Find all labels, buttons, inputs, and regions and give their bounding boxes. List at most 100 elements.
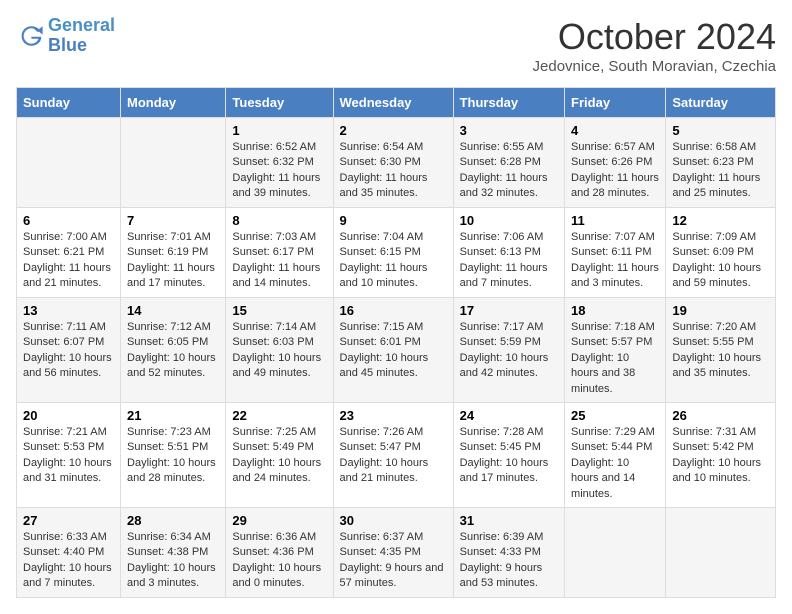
day-number: 30 (340, 513, 447, 528)
header-day-tuesday: Tuesday (226, 88, 333, 118)
title-block: October 2024 Jedovnice, South Moravian, … (533, 16, 776, 75)
day-number: 7 (127, 213, 219, 228)
week-row-1: 1Sunrise: 6:52 AM Sunset: 6:32 PM Daylig… (17, 118, 776, 208)
day-number: 23 (340, 408, 447, 423)
day-info: Sunrise: 7:07 AM Sunset: 6:11 PM Dayligh… (571, 230, 659, 292)
week-row-5: 27 Sunrise: 6:33 AM Sunset: 4:40 PM Dayli… (17, 507, 776, 597)
day-number: 31 (460, 513, 558, 528)
day-info: Sunrise: 6:55 AM Sunset: 6:28 PM Dayligh… (460, 140, 558, 202)
day-info: Sunrise: 7:31 AM Sunset: 5:42 PM Dayligh… (672, 425, 769, 487)
week-row-4: 20 Sunrise: 7:21 AM Sunset: 5:53 PM Dayli… (17, 402, 776, 507)
day-number: 20 (23, 408, 114, 423)
day-info: Sunrise: 7:06 AM Sunset: 6:13 PM Dayligh… (460, 230, 558, 292)
day-info: Sunrise: 7:25 AM Sunset: 5:49 PM Dayligh… (232, 425, 326, 487)
header-day-saturday: Saturday (666, 88, 776, 118)
calendar-cell: 20 Sunrise: 7:21 AM Sunset: 5:53 PM Dayli… (17, 402, 121, 507)
day-number: 8 (232, 213, 326, 228)
header-day-wednesday: Wednesday (333, 88, 453, 118)
day-info: Sunrise: 7:26 AM Sunset: 5:47 PM Dayligh… (340, 425, 447, 487)
day-number: 17 (460, 303, 558, 318)
calendar-cell (666, 507, 776, 597)
day-number: 11 (571, 213, 659, 228)
calendar-cell: 11 Sunrise: 7:07 AM Sunset: 6:11 PM Dayli… (565, 208, 666, 298)
day-info: Sunrise: 7:23 AM Sunset: 5:51 PM Dayligh… (127, 425, 219, 487)
day-info: Sunrise: 7:03 AM Sunset: 6:17 PM Dayligh… (232, 230, 326, 292)
day-info: Sunrise: 7:11 AM Sunset: 6:07 PM Dayligh… (23, 320, 114, 382)
logo-text: General Blue (48, 16, 115, 56)
calendar-cell: 28Sunrise: 6:34 AM Sunset: 4:38 PM Dayli… (121, 507, 226, 597)
day-info: Sunrise: 7:01 AM Sunset: 6:19 PM Dayligh… (127, 230, 219, 292)
calendar-cell: 12 Sunrise: 7:09 AM Sunset: 6:09 PM Dayli… (666, 208, 776, 298)
header-day-thursday: Thursday (453, 88, 564, 118)
day-number: 25 (571, 408, 659, 423)
day-number: 18 (571, 303, 659, 318)
header-day-monday: Monday (121, 88, 226, 118)
day-info: Sunrise: 7:21 AM Sunset: 5:53 PM Dayligh… (23, 425, 114, 487)
day-number: 9 (340, 213, 447, 228)
day-number: 3 (460, 123, 558, 138)
day-number: 10 (460, 213, 558, 228)
day-info: Sunrise: 7:20 AM Sunset: 5:55 PM Dayligh… (672, 320, 769, 382)
day-info: Sunrise: 6:57 AM Sunset: 6:26 PM Dayligh… (571, 140, 659, 202)
day-number: 27 (23, 513, 114, 528)
calendar-body: 1Sunrise: 6:52 AM Sunset: 6:32 PM Daylig… (17, 118, 776, 598)
day-number: 12 (672, 213, 769, 228)
day-number: 6 (23, 213, 114, 228)
week-row-2: 6 Sunrise: 7:00 AM Sunset: 6:21 PM Daylig… (17, 208, 776, 298)
day-info: Sunrise: 7:28 AM Sunset: 5:45 PM Dayligh… (460, 425, 558, 487)
day-info: Sunrise: 6:37 AM Sunset: 4:35 PM Dayligh… (340, 530, 447, 592)
calendar-cell: 24 Sunrise: 7:28 AM Sunset: 5:45 PM Dayli… (453, 402, 564, 507)
day-info: Sunrise: 7:12 AM Sunset: 6:05 PM Dayligh… (127, 320, 219, 382)
day-info: Sunrise: 6:33 AM Sunset: 4:40 PM Dayligh… (23, 530, 114, 592)
calendar-cell: 7 Sunrise: 7:01 AM Sunset: 6:19 PM Daylig… (121, 208, 226, 298)
calendar-cell (565, 507, 666, 597)
day-info: Sunrise: 6:36 AM Sunset: 4:36 PM Dayligh… (232, 530, 326, 592)
calendar-cell: 6 Sunrise: 7:00 AM Sunset: 6:21 PM Daylig… (17, 208, 121, 298)
header-row: SundayMondayTuesdayWednesdayThursdayFrid… (17, 88, 776, 118)
calendar-cell: 31Sunrise: 6:39 AM Sunset: 4:33 PM Dayli… (453, 507, 564, 597)
calendar-cell: 21 Sunrise: 7:23 AM Sunset: 5:51 PM Dayli… (121, 402, 226, 507)
day-number: 28 (127, 513, 219, 528)
calendar-cell: 10 Sunrise: 7:06 AM Sunset: 6:13 PM Dayli… (453, 208, 564, 298)
calendar-cell: 25 Sunrise: 7:29 AM Sunset: 5:44 PM Dayli… (565, 402, 666, 507)
logo-line2: Blue (48, 35, 87, 55)
calendar-cell: 26 Sunrise: 7:31 AM Sunset: 5:42 PM Dayli… (666, 402, 776, 507)
day-number: 29 (232, 513, 326, 528)
day-info: Sunrise: 7:09 AM Sunset: 6:09 PM Dayligh… (672, 230, 769, 292)
page-header: General Blue October 2024 Jedovnice, Sou… (16, 16, 776, 75)
day-info: Sunrise: 7:29 AM Sunset: 5:44 PM Dayligh… (571, 425, 659, 502)
day-info: Sunrise: 7:00 AM Sunset: 6:21 PM Dayligh… (23, 230, 114, 292)
day-number: 21 (127, 408, 219, 423)
day-info: Sunrise: 6:58 AM Sunset: 6:23 PM Dayligh… (672, 140, 769, 202)
day-number: 4 (571, 123, 659, 138)
day-number: 5 (672, 123, 769, 138)
calendar-cell: 27 Sunrise: 6:33 AM Sunset: 4:40 PM Dayli… (17, 507, 121, 597)
calendar-cell: 15 Sunrise: 7:14 AM Sunset: 6:03 PM Dayli… (226, 298, 333, 403)
day-info: Sunrise: 7:17 AM Sunset: 5:59 PM Dayligh… (460, 320, 558, 382)
calendar-cell: 8 Sunrise: 7:03 AM Sunset: 6:17 PM Daylig… (226, 208, 333, 298)
month-title: October 2024 (533, 16, 776, 58)
header-day-friday: Friday (565, 88, 666, 118)
calendar-table: SundayMondayTuesdayWednesdayThursdayFrid… (16, 87, 776, 598)
week-row-3: 13 Sunrise: 7:11 AM Sunset: 6:07 PM Dayli… (17, 298, 776, 403)
calendar-cell: 30 Sunrise: 6:37 AM Sunset: 4:35 PM Dayli… (333, 507, 453, 597)
calendar-cell: 29 Sunrise: 6:36 AM Sunset: 4:36 PM Dayli… (226, 507, 333, 597)
calendar-cell: 14Sunrise: 7:12 AM Sunset: 6:05 PM Dayli… (121, 298, 226, 403)
calendar-cell: 16Sunrise: 7:15 AM Sunset: 6:01 PM Dayli… (333, 298, 453, 403)
day-info: Sunrise: 7:15 AM Sunset: 6:01 PM Dayligh… (340, 320, 447, 382)
day-number: 15 (232, 303, 326, 318)
day-number: 24 (460, 408, 558, 423)
location-subtitle: Jedovnice, South Moravian, Czechia (533, 58, 776, 75)
day-number: 1 (232, 123, 326, 138)
logo-icon (16, 22, 44, 50)
calendar-cell: 3 Sunrise: 6:55 AM Sunset: 6:28 PM Daylig… (453, 118, 564, 208)
calendar-cell: 4 Sunrise: 6:57 AM Sunset: 6:26 PM Daylig… (565, 118, 666, 208)
calendar-cell: 17 Sunrise: 7:17 AM Sunset: 5:59 PM Dayli… (453, 298, 564, 403)
day-number: 26 (672, 408, 769, 423)
day-number: 19 (672, 303, 769, 318)
logo: General Blue (16, 16, 115, 56)
calendar-cell: 1Sunrise: 6:52 AM Sunset: 6:32 PM Daylig… (226, 118, 333, 208)
calendar-cell: 2Sunrise: 6:54 AM Sunset: 6:30 PM Daylig… (333, 118, 453, 208)
day-info: Sunrise: 7:14 AM Sunset: 6:03 PM Dayligh… (232, 320, 326, 382)
day-number: 13 (23, 303, 114, 318)
